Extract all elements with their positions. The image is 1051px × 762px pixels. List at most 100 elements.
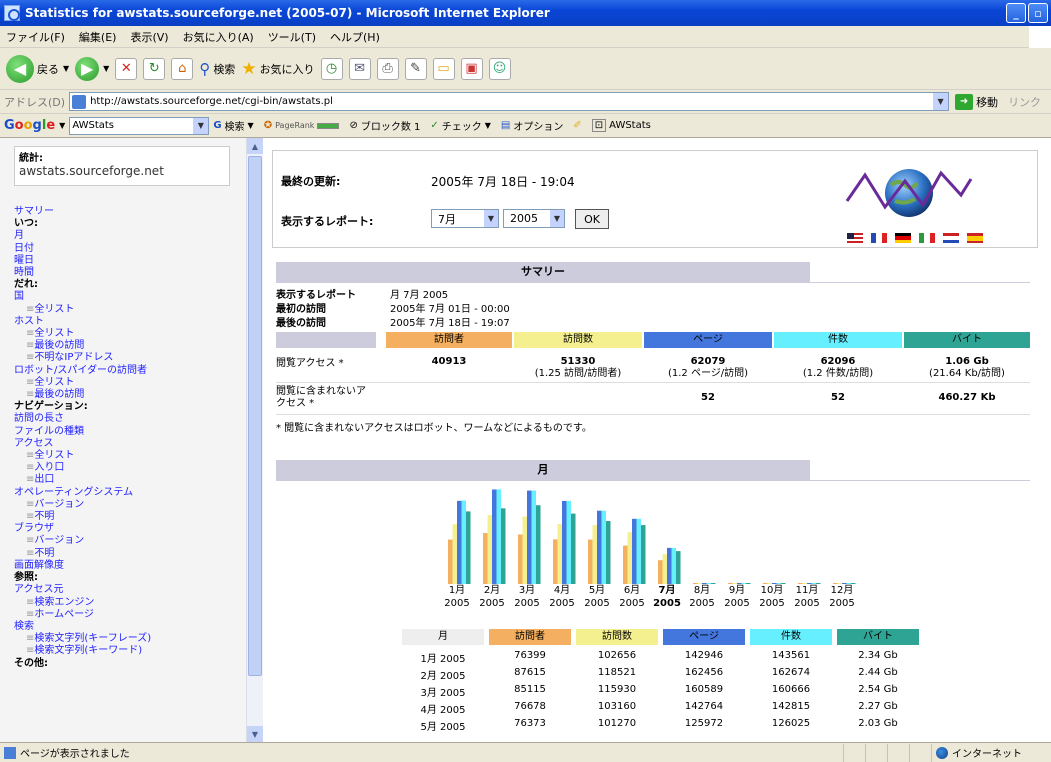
month-table-cell: 87615 xyxy=(514,667,546,678)
menu-item[interactable]: 表示(V) xyxy=(130,29,168,45)
summary-value: 40913 xyxy=(431,356,467,367)
options-button[interactable]: ▤ オプション xyxy=(501,118,563,133)
menu-item[interactable]: お気に入り(A) xyxy=(183,29,254,45)
nav-link[interactable]: ホスト xyxy=(14,316,244,328)
nav-link[interactable]: 不明 xyxy=(14,511,244,523)
popup-blocker[interactable]: ⊘ ブロック数 1 xyxy=(349,118,420,133)
nav-link[interactable]: ホームページ xyxy=(14,609,244,621)
nav-link[interactable]: 国 xyxy=(14,291,244,303)
address-input[interactable]: http://awstats.sourceforge.net/cgi-bin/a… xyxy=(69,92,950,111)
history-icon[interactable]: ◷ xyxy=(320,57,343,80)
year-select[interactable]: 2005 ▼ xyxy=(503,209,565,228)
nav-link[interactable]: 全リスト xyxy=(14,304,244,316)
address-bar: アドレス(D) http://awstats.sourceforge.net/c… xyxy=(0,90,1051,114)
flag-it-icon[interactable] xyxy=(919,233,935,243)
nav-link[interactable]: 全リスト xyxy=(14,377,244,389)
home-icon[interactable]: ⌂ xyxy=(171,57,194,80)
nav-link[interactable]: ファイルの種類 xyxy=(14,426,244,438)
go-button[interactable]: ➜ 移動 xyxy=(955,93,999,110)
print-icon[interactable]: ⎙ xyxy=(376,57,399,80)
minimize-button[interactable]: _ xyxy=(1006,3,1026,23)
flag-us-icon[interactable] xyxy=(847,233,863,243)
google-search-input[interactable]: AWStats ▼ xyxy=(69,116,210,135)
flag-nl-icon[interactable] xyxy=(943,233,959,243)
stop-icon[interactable]: ✕ xyxy=(115,57,138,80)
links-label[interactable]: リンク xyxy=(1008,94,1041,110)
chart-bar xyxy=(487,515,492,584)
nav-link[interactable]: バージョン xyxy=(14,499,244,511)
nav-link[interactable]: 最後の訪問 xyxy=(14,389,244,401)
folder-icon[interactable]: ▭ xyxy=(432,57,455,80)
chart-bar xyxy=(636,518,641,584)
row-label-not-viewed-2: クセス * xyxy=(276,398,315,409)
nav-link[interactable]: ブラウザ xyxy=(14,523,244,535)
status-bar: ページが表示されました インターネット xyxy=(0,742,1051,762)
nav-link[interactable]: 全リスト xyxy=(14,450,244,462)
month-select[interactable]: 7月 ▼ xyxy=(431,209,499,228)
menu-item[interactable]: ツール(T) xyxy=(268,29,316,45)
ok-button[interactable]: OK xyxy=(575,209,609,229)
report-select-label: 表示するレポート: xyxy=(281,215,374,228)
nav-link[interactable]: サマリー xyxy=(14,206,244,218)
nav-link[interactable]: 不明なIPアドレス xyxy=(14,352,244,364)
flag-de-icon[interactable] xyxy=(895,233,911,243)
month-year: 2005 xyxy=(444,598,470,609)
menu-item[interactable]: 編集(E) xyxy=(79,29,117,45)
month-axis-label: 10月 2005 xyxy=(755,584,789,610)
nav-link[interactable]: 出口 xyxy=(14,474,244,486)
google-query: AWStats xyxy=(72,120,115,131)
flag-fr-icon[interactable] xyxy=(871,233,887,243)
nav-link[interactable]: 最後の訪問 xyxy=(14,340,244,352)
nav-link[interactable]: 検索エンジン xyxy=(14,597,244,609)
scroll-thumb[interactable] xyxy=(248,156,262,676)
left-scrollbar[interactable]: ▲ ▼ xyxy=(246,138,263,742)
mail-icon[interactable]: ✉ xyxy=(348,57,371,80)
favorites-button[interactable]: ★ お気に入り xyxy=(241,59,314,79)
highlight-button[interactable]: ✐ xyxy=(573,120,581,131)
menu-item[interactable]: ヘルプ(H) xyxy=(330,29,380,45)
nav-link[interactable]: オペレーティングシステム xyxy=(14,487,244,499)
go-label: 移動 xyxy=(976,95,999,109)
nav-link[interactable]: 不明 xyxy=(14,548,244,560)
google-logo[interactable]: Google xyxy=(4,118,55,133)
awstats-button[interactable]: ⊡ AWStats xyxy=(591,119,651,132)
nav-link[interactable]: 日付 xyxy=(14,243,244,255)
refresh-icon[interactable]: ↻ xyxy=(143,57,166,80)
summary-subvalue: (1.2 件数/訪問) xyxy=(802,368,874,379)
month-table-cell: 2.27 Gb xyxy=(858,701,898,712)
nav-link[interactable]: 画面解像度 xyxy=(14,560,244,572)
blocked-label: ブロック数 1 xyxy=(360,122,421,133)
security-zone[interactable]: インターネット xyxy=(931,743,1051,762)
edit-icon[interactable]: ✎ xyxy=(404,57,427,80)
nav-link[interactable]: 全リスト xyxy=(14,328,244,340)
nav-link[interactable]: 訪問の長さ xyxy=(14,413,244,425)
nav-link[interactable]: 検索 xyxy=(14,621,244,633)
address-dropdown-icon[interactable]: ▼ xyxy=(932,93,949,110)
messenger-icon[interactable]: ▣ xyxy=(460,57,483,80)
people-icon[interactable]: ☺ xyxy=(488,57,511,80)
nav-link[interactable]: 月 xyxy=(14,230,244,242)
back-button[interactable]: ◀ 戻る ▼ xyxy=(6,54,69,83)
forward-button[interactable]: ▶ ▼ xyxy=(75,56,109,81)
flag-es-icon[interactable] xyxy=(967,233,983,243)
nav-link[interactable]: 曜日 xyxy=(14,255,244,267)
search-button[interactable]: ⚲ 検索 xyxy=(199,60,235,78)
google-search-button[interactable]: G 検索 ▼ xyxy=(213,118,253,133)
scroll-down-icon[interactable]: ▼ xyxy=(247,726,263,742)
nav-link[interactable]: ロボット/スパイダーの訪問者 xyxy=(14,365,244,377)
nav-link[interactable]: 入り口 xyxy=(14,462,244,474)
google-dropdown-icon[interactable]: ▼ xyxy=(192,117,209,134)
nav-link[interactable]: アクセス元 xyxy=(14,584,244,596)
spellcheck-button[interactable]: ✓ チェック ▼ xyxy=(430,118,491,133)
nav-link[interactable]: アクセス xyxy=(14,438,244,450)
summary-value: 2005年 7月 01日 - 00:00 xyxy=(390,304,510,315)
nav-link[interactable]: 時間 xyxy=(14,267,244,279)
nav-link[interactable]: 検索文字列(キーワード) xyxy=(14,645,244,657)
menu-item[interactable]: ファイル(F) xyxy=(6,29,65,45)
status-cell xyxy=(865,743,887,762)
scroll-up-icon[interactable]: ▲ xyxy=(247,138,263,154)
maximize-button[interactable]: ▫ xyxy=(1028,3,1048,23)
pagerank-indicator[interactable]: ✪ PageRank xyxy=(264,120,340,131)
nav-link[interactable]: 検索文字列(キーフレーズ) xyxy=(14,633,244,645)
nav-link[interactable]: バージョン xyxy=(14,535,244,547)
